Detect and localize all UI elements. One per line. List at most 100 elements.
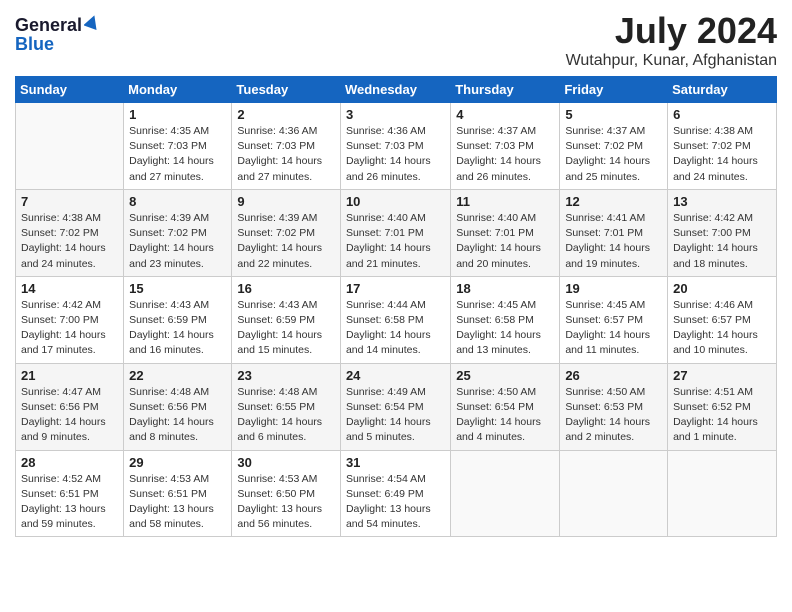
calendar-cell [16, 103, 124, 190]
calendar-cell: 4 Sunrise: 4:37 AM Sunset: 7:03 PM Daylig… [451, 103, 560, 190]
day-detail: Sunrise: 4:49 AM Sunset: 6:54 PM Dayligh… [346, 385, 445, 446]
day-number: 20 [673, 281, 771, 296]
calendar-cell: 10Sunrise: 4:40 AM Sunset: 7:01 PM Dayli… [340, 189, 450, 276]
day-number: 5 [565, 107, 662, 122]
calendar-cell: 28 Sunrise: 4:52 AM Sunset: 6:51 PM Dayli… [16, 450, 124, 537]
day-detail: Sunrise: 4:37 AM Sunset: 7:03 PM Dayligh… [456, 124, 554, 185]
day-number: 31 [346, 455, 445, 470]
logo: General Blue [15, 14, 100, 53]
day-of-week-tuesday: Tuesday [232, 77, 341, 103]
calendar-cell: 17Sunrise: 4:44 AM Sunset: 6:58 PM Dayli… [340, 276, 450, 363]
day-number: 15 [129, 281, 226, 296]
week-row-2: 7 Sunrise: 4:38 AM Sunset: 7:02 PM Daylig… [16, 189, 777, 276]
day-detail: Sunrise: 4:50 AM Sunset: 6:54 PM Dayligh… [456, 385, 554, 446]
calendar-cell: 7 Sunrise: 4:38 AM Sunset: 7:02 PM Daylig… [16, 189, 124, 276]
day-number: 23 [237, 368, 335, 383]
day-detail: Sunrise: 4:45 AM Sunset: 6:58 PM Dayligh… [456, 298, 554, 359]
calendar-cell [668, 450, 777, 537]
week-row-4: 21 Sunrise: 4:47 AM Sunset: 6:56 PM Dayli… [16, 363, 777, 450]
day-detail: Sunrise: 4:36 AM Sunset: 7:03 PM Dayligh… [346, 124, 445, 185]
logo-general: General [15, 16, 82, 34]
day-of-week-saturday: Saturday [668, 77, 777, 103]
calendar-cell [560, 450, 668, 537]
day-detail: Sunrise: 4:44 AM Sunset: 6:58 PM Dayligh… [346, 298, 445, 359]
day-detail: Sunrise: 4:47 AM Sunset: 6:56 PM Dayligh… [21, 385, 118, 446]
logo-blue: Blue [15, 35, 54, 53]
day-detail: Sunrise: 4:54 AM Sunset: 6:49 PM Dayligh… [346, 472, 445, 533]
week-row-3: 14 Sunrise: 4:42 AM Sunset: 7:00 PM Dayli… [16, 276, 777, 363]
day-number: 24 [346, 368, 445, 383]
day-number: 18 [456, 281, 554, 296]
day-detail: Sunrise: 4:45 AM Sunset: 6:57 PM Dayligh… [565, 298, 662, 359]
calendar-cell: 19 Sunrise: 4:45 AM Sunset: 6:57 PM Dayli… [560, 276, 668, 363]
day-number: 19 [565, 281, 662, 296]
calendar-cell: 24 Sunrise: 4:49 AM Sunset: 6:54 PM Dayli… [340, 363, 450, 450]
calendar-cell: 31 Sunrise: 4:54 AM Sunset: 6:49 PM Dayli… [340, 450, 450, 537]
day-detail: Sunrise: 4:50 AM Sunset: 6:53 PM Dayligh… [565, 385, 662, 446]
title-area: July 2024 Wutahpur, Kunar, Afghanistan [566, 10, 777, 70]
day-detail: Sunrise: 4:43 AM Sunset: 6:59 PM Dayligh… [237, 298, 335, 359]
day-detail: Sunrise: 4:41 AM Sunset: 7:01 PM Dayligh… [565, 211, 662, 272]
day-number: 12 [565, 194, 662, 209]
calendar-cell: 27Sunrise: 4:51 AM Sunset: 6:52 PM Dayli… [668, 363, 777, 450]
day-number: 14 [21, 281, 118, 296]
logo-icon [84, 14, 100, 30]
day-number: 6 [673, 107, 771, 122]
day-detail: Sunrise: 4:52 AM Sunset: 6:51 PM Dayligh… [21, 472, 118, 533]
day-detail: Sunrise: 4:38 AM Sunset: 7:02 PM Dayligh… [21, 211, 118, 272]
calendar-cell: 26Sunrise: 4:50 AM Sunset: 6:53 PM Dayli… [560, 363, 668, 450]
day-of-week-thursday: Thursday [451, 77, 560, 103]
calendar-header: SundayMondayTuesdayWednesdayThursdayFrid… [16, 77, 777, 103]
day-of-week-sunday: Sunday [16, 77, 124, 103]
day-number: 4 [456, 107, 554, 122]
calendar-cell: 23Sunrise: 4:48 AM Sunset: 6:55 PM Dayli… [232, 363, 341, 450]
day-of-week-monday: Monday [124, 77, 232, 103]
day-of-week-wednesday: Wednesday [340, 77, 450, 103]
week-row-1: 1Sunrise: 4:35 AM Sunset: 7:03 PM Daylig… [16, 103, 777, 190]
calendar-cell: 8Sunrise: 4:39 AM Sunset: 7:02 PM Daylig… [124, 189, 232, 276]
calendar-cell: 12 Sunrise: 4:41 AM Sunset: 7:01 PM Dayli… [560, 189, 668, 276]
day-number: 9 [237, 194, 335, 209]
day-number: 11 [456, 194, 554, 209]
day-number: 16 [237, 281, 335, 296]
day-detail: Sunrise: 4:53 AM Sunset: 6:51 PM Dayligh… [129, 472, 226, 533]
calendar-cell: 9 Sunrise: 4:39 AM Sunset: 7:02 PM Daylig… [232, 189, 341, 276]
calendar-cell: 16 Sunrise: 4:43 AM Sunset: 6:59 PM Dayli… [232, 276, 341, 363]
calendar-table: SundayMondayTuesdayWednesdayThursdayFrid… [15, 76, 777, 537]
calendar-cell: 15 Sunrise: 4:43 AM Sunset: 6:59 PM Dayli… [124, 276, 232, 363]
month-year: July 2024 [566, 10, 777, 52]
calendar-cell: 22 Sunrise: 4:48 AM Sunset: 6:56 PM Dayli… [124, 363, 232, 450]
calendar-cell: 11Sunrise: 4:40 AM Sunset: 7:01 PM Dayli… [451, 189, 560, 276]
calendar-cell: 20Sunrise: 4:46 AM Sunset: 6:57 PM Dayli… [668, 276, 777, 363]
day-number: 28 [21, 455, 118, 470]
calendar-cell: 2 Sunrise: 4:36 AM Sunset: 7:03 PM Daylig… [232, 103, 341, 190]
day-number: 7 [21, 194, 118, 209]
calendar-cell: 18 Sunrise: 4:45 AM Sunset: 6:58 PM Dayli… [451, 276, 560, 363]
calendar-cell: 25 Sunrise: 4:50 AM Sunset: 6:54 PM Dayli… [451, 363, 560, 450]
day-number: 27 [673, 368, 771, 383]
day-detail: Sunrise: 4:39 AM Sunset: 7:02 PM Dayligh… [237, 211, 335, 272]
calendar-cell: 3 Sunrise: 4:36 AM Sunset: 7:03 PM Daylig… [340, 103, 450, 190]
calendar-cell: 29Sunrise: 4:53 AM Sunset: 6:51 PM Dayli… [124, 450, 232, 537]
day-number: 8 [129, 194, 226, 209]
day-number: 30 [237, 455, 335, 470]
day-detail: Sunrise: 4:38 AM Sunset: 7:02 PM Dayligh… [673, 124, 771, 185]
day-detail: Sunrise: 4:42 AM Sunset: 7:00 PM Dayligh… [673, 211, 771, 272]
day-detail: Sunrise: 4:48 AM Sunset: 6:56 PM Dayligh… [129, 385, 226, 446]
day-number: 1 [129, 107, 226, 122]
day-detail: Sunrise: 4:42 AM Sunset: 7:00 PM Dayligh… [21, 298, 118, 359]
calendar-cell: 14 Sunrise: 4:42 AM Sunset: 7:00 PM Dayli… [16, 276, 124, 363]
calendar-cell: 6 Sunrise: 4:38 AM Sunset: 7:02 PM Daylig… [668, 103, 777, 190]
calendar-cell: 21 Sunrise: 4:47 AM Sunset: 6:56 PM Dayli… [16, 363, 124, 450]
day-of-week-friday: Friday [560, 77, 668, 103]
day-detail: Sunrise: 4:43 AM Sunset: 6:59 PM Dayligh… [129, 298, 226, 359]
day-number: 2 [237, 107, 335, 122]
day-number: 22 [129, 368, 226, 383]
days-of-week-row: SundayMondayTuesdayWednesdayThursdayFrid… [16, 77, 777, 103]
day-number: 21 [21, 368, 118, 383]
day-number: 10 [346, 194, 445, 209]
day-detail: Sunrise: 4:36 AM Sunset: 7:03 PM Dayligh… [237, 124, 335, 185]
day-number: 25 [456, 368, 554, 383]
location: Wutahpur, Kunar, Afghanistan [566, 52, 777, 70]
day-number: 3 [346, 107, 445, 122]
